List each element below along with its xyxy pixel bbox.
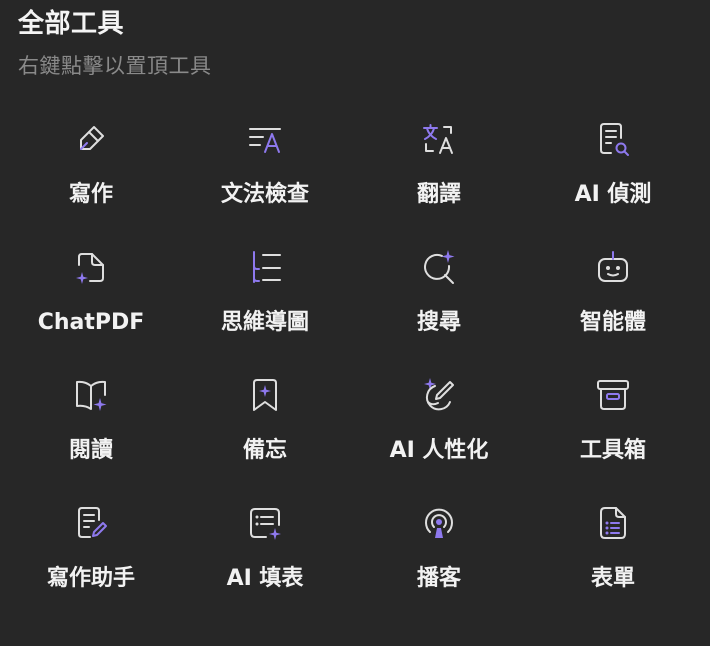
- tool-memo[interactable]: 備忘: [178, 364, 352, 492]
- panel-subtitle: 右鍵點擊以置頂工具: [18, 54, 212, 78]
- tool-grammar-check[interactable]: 文法檢查: [178, 108, 352, 236]
- translate-icon: [420, 120, 458, 158]
- form-icon: [594, 504, 632, 542]
- mind-map-icon: [246, 248, 284, 286]
- podcast-icon: [420, 504, 458, 542]
- tools-grid: 寫作 文法檢查 翻譯 AI 偵測 ChatPDF 思維導圖 搜尋 智能體 閱讀 …: [4, 108, 704, 620]
- tool-label: 思維導圖: [220, 310, 309, 335]
- humanize-icon: [420, 376, 458, 414]
- tool-label: 翻譯: [416, 182, 461, 207]
- tool-reading[interactable]: 閱讀: [4, 364, 178, 492]
- tool-translate[interactable]: 翻譯: [352, 108, 526, 236]
- tool-agent[interactable]: 智能體: [526, 236, 700, 364]
- tool-chatpdf[interactable]: ChatPDF: [4, 236, 178, 364]
- tool-label: 閱讀: [68, 438, 113, 463]
- tool-podcast[interactable]: 播客: [352, 492, 526, 620]
- tool-label: 備忘: [242, 438, 287, 463]
- tool-label: 工具箱: [579, 438, 646, 463]
- tool-label: AI 偵測: [574, 182, 652, 207]
- tool-ai-form-fill[interactable]: AI 填表: [178, 492, 352, 620]
- tool-form[interactable]: 表單: [526, 492, 700, 620]
- tool-search[interactable]: 搜尋: [352, 236, 526, 364]
- tool-label: 智能體: [579, 310, 646, 335]
- grammar-check-icon: [246, 120, 284, 158]
- tool-label: 寫作助手: [46, 566, 135, 591]
- tool-label: ChatPDF: [37, 310, 145, 335]
- tool-writing[interactable]: 寫作: [4, 108, 178, 236]
- tool-label: 寫作: [68, 182, 113, 207]
- tool-writing-assistant[interactable]: 寫作助手: [4, 492, 178, 620]
- tool-ai-detection[interactable]: AI 偵測: [526, 108, 700, 236]
- writing-assistant-icon: [72, 504, 110, 542]
- bookmark-sparkle-icon: [246, 376, 284, 414]
- tool-label: 播客: [416, 566, 461, 591]
- tool-label: 表單: [590, 566, 635, 591]
- robot-icon: [594, 248, 632, 286]
- panel-title: 全部工具: [18, 9, 125, 39]
- tool-label: 文法檢查: [220, 182, 309, 207]
- tool-label: AI 人性化: [389, 438, 489, 463]
- tool-toolbox[interactable]: 工具箱: [526, 364, 700, 492]
- form-fill-icon: [246, 504, 284, 542]
- pdf-sparkle-icon: [72, 248, 110, 286]
- book-sparkle-icon: [72, 376, 110, 414]
- tool-ai-humanize[interactable]: AI 人性化: [352, 364, 526, 492]
- document-search-icon: [594, 120, 632, 158]
- toolbox-icon: [594, 376, 632, 414]
- search-sparkle-icon: [420, 248, 458, 286]
- tool-label: AI 填表: [226, 566, 304, 591]
- all-tools-panel: 全部工具 右鍵點擊以置頂工具 寫作 文法檢查 翻譯 AI 偵測 ChatPDF …: [0, 0, 710, 646]
- tool-mind-map[interactable]: 思維導圖: [178, 236, 352, 364]
- tool-label: 搜尋: [416, 310, 461, 335]
- pencil-icon: [72, 120, 110, 158]
